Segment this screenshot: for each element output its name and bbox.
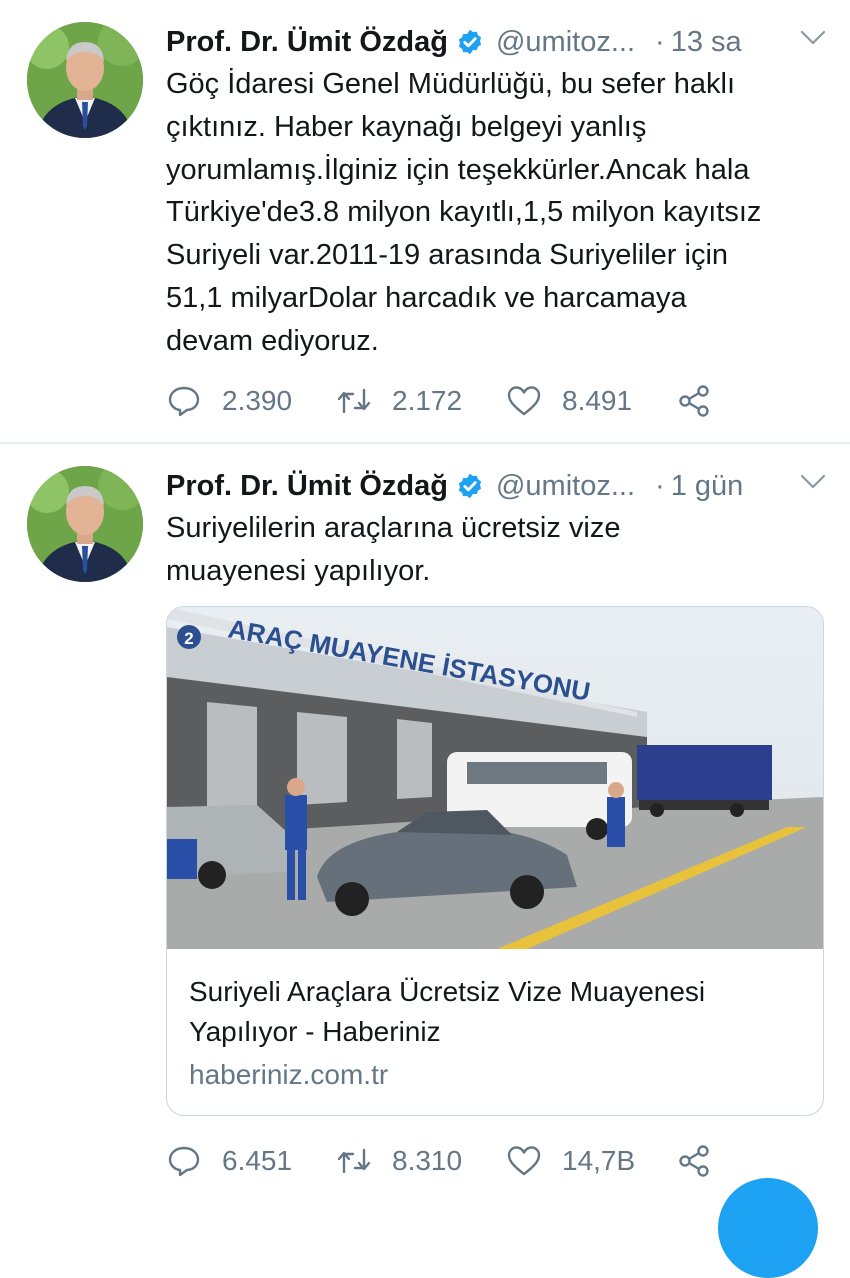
tweet[interactable]: Prof. Dr. Ümit Özdağ @umitoz... · 1 gün … xyxy=(0,444,850,1200)
like-count: 8.491 xyxy=(562,385,633,416)
avatar[interactable] xyxy=(27,22,143,138)
link-preview-card[interactable]: ARAÇ MUAYENE İSTASYONU 2 Suriyeli Araçla… xyxy=(166,606,824,1116)
author-name[interactable]: Prof. Dr. Ümit Özdağ xyxy=(166,470,448,503)
tweet-text-line: çıktınız. Haber kaynağı belgeyi yanlış xyxy=(166,110,647,143)
reply-icon xyxy=(168,1146,200,1177)
link-preview-domain: haberiniz.com.tr xyxy=(189,1059,389,1090)
retweet-icon xyxy=(337,1148,371,1174)
like-button[interactable]: 14,7B xyxy=(506,1141,635,1181)
like-icon xyxy=(507,1146,541,1176)
tweet-header: Prof. Dr. Ümit Özdağ @umitoz... · 1 gün xyxy=(166,466,826,506)
time-separator: · xyxy=(655,25,665,58)
reply-button[interactable]: 6.451 xyxy=(166,1141,292,1181)
verified-badge-icon xyxy=(458,29,482,55)
like-button[interactable]: 8.491 xyxy=(506,381,632,421)
author-handle[interactable]: @umitoz... xyxy=(496,470,635,503)
tweet-text-line: 51,1 milyarDolar harcadık ve harcamaya xyxy=(166,281,687,314)
link-preview-title[interactable]: Suriyeli Araçlara Ücretsiz Vize Muayenes… xyxy=(189,972,809,1052)
share-button[interactable] xyxy=(676,381,712,421)
reply-count: 6.451 xyxy=(222,1145,293,1176)
tweet-text-line: Türkiye'de3.8 milyon kayıtlı,1,5 milyon … xyxy=(166,196,762,229)
reply-icon xyxy=(168,386,200,417)
compose-tweet-button[interactable] xyxy=(718,1178,818,1278)
link-preview-title-line: Suriyeli Araçlara Ücretsiz Vize Muayenes… xyxy=(189,976,706,1007)
tweet-text-line: Göç İdaresi Genel Müdürlüğü, bu sefer ha… xyxy=(166,68,736,100)
reply-button[interactable]: 2.390 xyxy=(166,381,292,421)
author-handle[interactable]: @umitoz... xyxy=(496,26,635,59)
tweet-actions: 6.451 8.310 14,7B xyxy=(166,1141,826,1181)
share-icon xyxy=(679,385,709,417)
tweet[interactable]: Prof. Dr. Ümit Özdağ @umitoz... · 13 sa … xyxy=(0,0,850,442)
avatar[interactable] xyxy=(27,466,143,582)
tweet-text: Suriyelilerin araçlarına ücretsiz vize m… xyxy=(166,507,826,593)
like-icon xyxy=(507,386,541,416)
like-count: 14,7B xyxy=(562,1145,636,1176)
tweet-text-line: devam ediyoruz. xyxy=(166,324,379,357)
chevron-down-icon[interactable] xyxy=(800,30,826,46)
link-preview-title-line: Yapılıyor - Haberiniz xyxy=(189,1016,441,1047)
time-separator: · xyxy=(655,469,665,502)
retweet-count: 2.172 xyxy=(392,385,463,416)
link-preview-image: ARAÇ MUAYENE İSTASYONU 2 xyxy=(167,607,823,949)
share-button[interactable] xyxy=(676,1141,712,1181)
tweet-actions: 2.390 2.172 8.491 xyxy=(166,381,826,421)
tweet-text-line: muayenesi yapılıyor. xyxy=(166,554,431,587)
tweet-text-line: Suriyelilerin araçlarına ücretsiz vize xyxy=(166,512,621,544)
retweet-button[interactable]: 8.310 xyxy=(336,1141,462,1181)
retweet-button[interactable]: 2.172 xyxy=(336,381,462,421)
reply-count: 2.390 xyxy=(222,385,293,416)
verified-badge-icon xyxy=(458,473,482,499)
tweet-text-line: Suriyeli var.2011-19 arasında Suriyelile… xyxy=(166,239,729,272)
tweet-text: Göç İdaresi Genel Müdürlüğü, bu sefer ha… xyxy=(166,63,826,363)
image-sign-number: 2 xyxy=(184,629,193,648)
chevron-down-icon[interactable] xyxy=(800,474,826,490)
share-icon xyxy=(679,1145,709,1177)
author-name[interactable]: Prof. Dr. Ümit Özdağ xyxy=(166,26,448,59)
tweet-text-line: yorumlamış.İlginiz için teşekkürler.Anca… xyxy=(166,153,750,186)
tweet-header: Prof. Dr. Ümit Özdağ @umitoz... · 13 sa xyxy=(166,22,826,62)
tweet-timestamp[interactable]: 1 gün xyxy=(671,470,744,503)
tweet-timestamp[interactable]: 13 sa xyxy=(671,26,742,59)
retweet-icon xyxy=(337,388,371,414)
retweet-count: 8.310 xyxy=(392,1145,463,1176)
